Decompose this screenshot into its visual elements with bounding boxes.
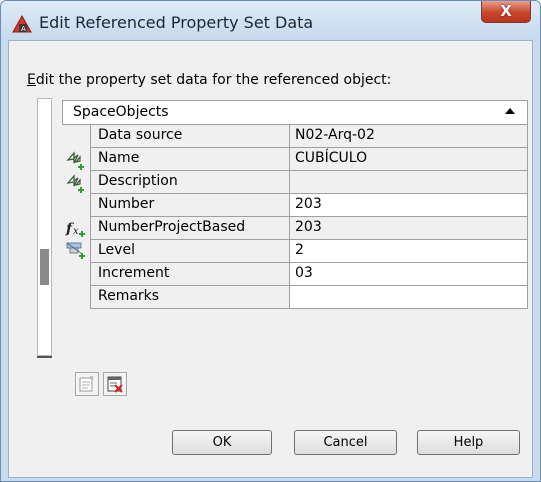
help-button[interactable]: Help: [417, 430, 520, 455]
instruction-text: Edit the property set data for the refer…: [27, 72, 391, 88]
cancel-button[interactable]: Cancel: [294, 430, 397, 455]
property-name: NumberProjectBased: [90, 217, 290, 240]
row-icon-cell: [62, 148, 90, 171]
property-row-description: Description: [62, 171, 528, 194]
property-row-remarks: Remarks: [62, 286, 528, 309]
property-row-level: Level 2: [62, 240, 528, 263]
row-icon-cell: [62, 286, 90, 309]
ok-button[interactable]: OK: [172, 430, 272, 455]
remove-property-set-icon: [107, 376, 123, 393]
classification-property-icon: [66, 242, 85, 259]
property-row-data-source: Data source N02-Arq-02: [62, 125, 528, 148]
property-value: 203: [290, 217, 528, 240]
svg-text:x: x: [73, 226, 79, 237]
property-row-name: Name CUBÍCULO: [62, 148, 528, 171]
scrollbar-end-line: [37, 356, 52, 358]
close-button[interactable]: X: [481, 1, 531, 23]
property-value-input[interactable]: 03: [290, 263, 528, 286]
close-icon: X: [500, 2, 512, 20]
property-row-increment: Increment 03: [62, 263, 528, 286]
remove-property-set-button[interactable]: [103, 372, 127, 396]
property-name: Description: [90, 171, 290, 194]
svg-text:A: A: [21, 25, 26, 33]
category-label: SpaceObjects: [73, 104, 169, 120]
row-icon-cell: [62, 240, 90, 263]
property-name: Increment: [90, 263, 290, 286]
title-bar: A Edit Referenced Property Set Data X: [1, 1, 540, 41]
add-property-set-icon: [79, 375, 94, 392]
property-value: CUBÍCULO: [290, 148, 528, 171]
automatic-property-icon: [66, 174, 84, 193]
property-name: Number: [90, 194, 290, 217]
property-name: Name: [90, 148, 290, 171]
formula-property-icon: f x: [65, 221, 85, 237]
window-title: Edit Referenced Property Set Data: [39, 13, 314, 32]
row-icon-cell: [62, 125, 90, 148]
property-value-input[interactable]: 203: [290, 194, 528, 217]
property-row-number: Number 203: [62, 194, 528, 217]
prompt-accelerator: E: [27, 72, 36, 88]
property-name: Level: [90, 240, 290, 263]
collapse-arrow-icon[interactable]: [505, 108, 515, 114]
prompt-text: dit the property set data for the refere…: [35, 72, 392, 88]
app-icon: A: [12, 15, 32, 33]
property-name: Data source: [90, 125, 290, 148]
row-icon-cell: f x: [62, 217, 90, 240]
scrollbar-thumb[interactable]: [40, 249, 49, 285]
property-value: N02-Arq-02: [290, 125, 528, 148]
property-name: Remarks: [90, 286, 290, 309]
property-value-input[interactable]: [290, 286, 528, 309]
category-header[interactable]: SpaceObjects: [62, 100, 528, 125]
property-row-number-project-based: f x NumberProjectBased 203: [62, 217, 528, 240]
row-icon-cell: [62, 263, 90, 286]
automatic-property-icon: [66, 151, 84, 170]
left-scrollbar[interactable]: [37, 98, 52, 356]
row-icon-cell: [62, 194, 90, 217]
row-icon-cell: [62, 171, 90, 194]
property-value: [290, 171, 528, 194]
property-value-input[interactable]: 2: [290, 240, 528, 263]
add-property-sets-button[interactable]: [75, 372, 99, 396]
